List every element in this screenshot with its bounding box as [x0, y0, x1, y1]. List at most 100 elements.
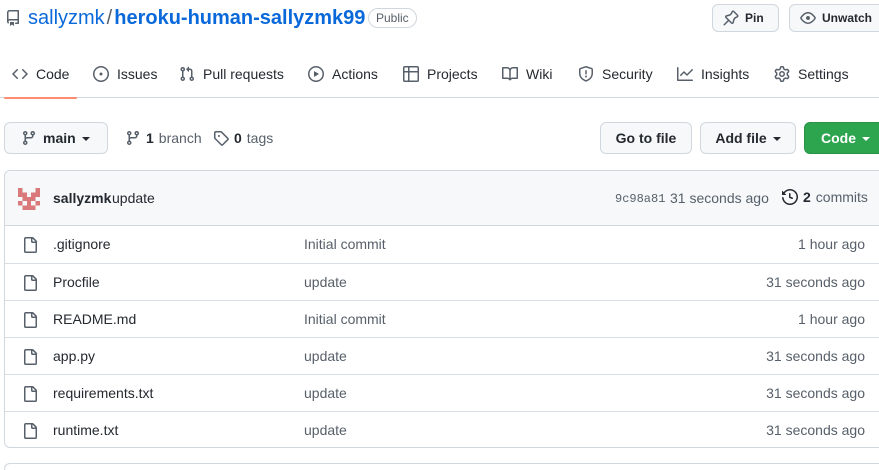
file-commit-time: 31 seconds ago	[766, 422, 865, 438]
pin-icon	[723, 10, 739, 26]
commit-time: 31 seconds ago	[670, 190, 769, 206]
file-commit-message-link[interactable]: Initial commit	[304, 311, 386, 327]
repo-header: sallyzmk / heroku-human-sallyzmk99 Public …	[0, 0, 879, 40]
branch-count: 1	[146, 130, 154, 146]
file-commit-message-link[interactable]: Initial commit	[304, 236, 386, 252]
git-branch-icon	[21, 130, 37, 146]
file-list-box: sallyzmk update 9c98a81 31 seconds ago 2…	[4, 170, 879, 448]
commits-history-link[interactable]: 2 commits	[782, 189, 868, 205]
tab-projects-label: Projects	[427, 66, 478, 82]
repo-owner-link[interactable]: sallyzmk	[28, 7, 105, 29]
file-name-link[interactable]: runtime.txt	[53, 422, 118, 438]
tag-count: 0	[234, 130, 242, 146]
history-icon	[782, 189, 798, 205]
file-icon	[22, 312, 38, 328]
tab-pull-requests[interactable]: Pull requests	[179, 50, 284, 98]
file-commit-time: 31 seconds ago	[766, 348, 865, 364]
go-to-file-button[interactable]: Go to file	[600, 122, 692, 154]
repo-name-link[interactable]: heroku-human-sallyzmk99	[114, 7, 365, 29]
branch-select-button[interactable]: main	[4, 122, 108, 154]
code-dropdown-button[interactable]: Code	[804, 122, 879, 154]
readme-box-edge	[4, 463, 879, 470]
visibility-badge: Public	[368, 8, 417, 28]
tab-security-label: Security	[602, 66, 653, 82]
repo-nav-tabs: Code Issues Pull requests Actions Projec…	[0, 50, 879, 99]
branch-name: main	[43, 130, 76, 146]
dropdown-caret-icon	[862, 136, 870, 141]
latest-commit-bar: sallyzmk update 9c98a81 31 seconds ago 2…	[5, 171, 879, 226]
repo-icon	[5, 10, 21, 26]
table-icon	[403, 66, 419, 82]
shield-icon	[578, 66, 594, 82]
tag-count-label: tags	[246, 130, 274, 146]
code-button-label: Code	[821, 130, 856, 146]
tag-icon	[213, 130, 229, 146]
tab-issues[interactable]: Issues	[93, 50, 157, 98]
file-name-link[interactable]: README.md	[53, 311, 136, 327]
repo-title: sallyzmk / heroku-human-sallyzmk99	[28, 6, 365, 30]
file-icon	[22, 275, 38, 291]
file-commit-message-link[interactable]: update	[304, 385, 347, 401]
file-name-link[interactable]: app.py	[53, 348, 95, 364]
play-icon	[308, 66, 324, 82]
tab-actions[interactable]: Actions	[308, 50, 378, 98]
dropdown-caret-icon	[81, 136, 90, 141]
tags-link[interactable]: 0 tags	[213, 122, 273, 154]
file-name-link[interactable]: requirements.txt	[53, 385, 153, 401]
gear-icon	[774, 66, 790, 82]
file-navigation: main 1 branch 0 tags Go to file Add file…	[0, 122, 879, 154]
file-commit-message-link[interactable]: update	[304, 274, 347, 290]
issue-icon	[93, 66, 109, 82]
branch-count-label: branch	[158, 130, 202, 146]
dropdown-caret-icon	[772, 136, 781, 141]
file-row: README.md Initial commit 1 hour ago	[5, 300, 879, 337]
file-icon	[22, 423, 38, 439]
file-row: .gitignore Initial commit 1 hour ago	[5, 226, 879, 263]
tab-code[interactable]: Code	[3, 50, 79, 99]
unwatch-label: Unwatch	[822, 11, 873, 25]
tab-wiki-label: Wiki	[526, 66, 553, 82]
file-icon	[22, 386, 38, 402]
tab-insights[interactable]: Insights	[677, 50, 749, 98]
file-name-link[interactable]: .gitignore	[53, 236, 111, 252]
pin-button[interactable]: Pin	[712, 4, 779, 32]
avatar[interactable]	[18, 188, 40, 210]
tab-security[interactable]: Security	[578, 50, 653, 98]
tab-settings[interactable]: Settings	[774, 50, 849, 98]
repo-title-separator: /	[106, 7, 113, 29]
file-name-link[interactable]: Procfile	[53, 274, 100, 290]
tab-settings-label: Settings	[798, 66, 849, 82]
book-icon	[502, 66, 518, 82]
commit-count-label: commits	[815, 189, 868, 205]
tab-pull-requests-label: Pull requests	[203, 66, 284, 82]
add-file-button[interactable]: Add file	[700, 122, 796, 154]
file-row: requirements.txt update 31 seconds ago	[5, 374, 879, 411]
file-row: app.py update 31 seconds ago	[5, 337, 879, 374]
tab-insights-label: Insights	[701, 66, 750, 82]
unwatch-button[interactable]: Unwatch	[789, 4, 879, 32]
file-row: runtime.txt update 31 seconds ago	[5, 411, 879, 447]
commit-count: 2	[803, 189, 811, 205]
file-commit-time: 31 seconds ago	[766, 385, 865, 401]
tab-issues-label: Issues	[117, 66, 158, 82]
file-commit-message-link[interactable]: update	[304, 348, 347, 364]
commit-message-link[interactable]: update	[112, 190, 155, 206]
pin-label: Pin	[745, 11, 764, 25]
branches-link[interactable]: 1 branch	[125, 122, 202, 154]
file-commit-message-link[interactable]: update	[304, 422, 347, 438]
pull-request-icon	[179, 66, 195, 82]
code-icon	[12, 66, 28, 82]
eye-icon	[800, 10, 816, 26]
file-icon	[22, 237, 38, 253]
commit-sha-link[interactable]: 9c98a81	[615, 192, 665, 206]
tab-projects[interactable]: Projects	[403, 50, 478, 98]
file-row: Procfile update 31 seconds ago	[5, 263, 879, 300]
file-commit-time: 1 hour ago	[798, 236, 865, 252]
tab-wiki[interactable]: Wiki	[502, 50, 552, 98]
graph-icon	[677, 66, 693, 82]
git-branch-icon	[125, 130, 141, 146]
tab-actions-label: Actions	[332, 66, 378, 82]
file-commit-time: 1 hour ago	[798, 311, 865, 327]
commit-author-link[interactable]: sallyzmk	[53, 190, 111, 206]
file-commit-time: 31 seconds ago	[766, 274, 865, 290]
